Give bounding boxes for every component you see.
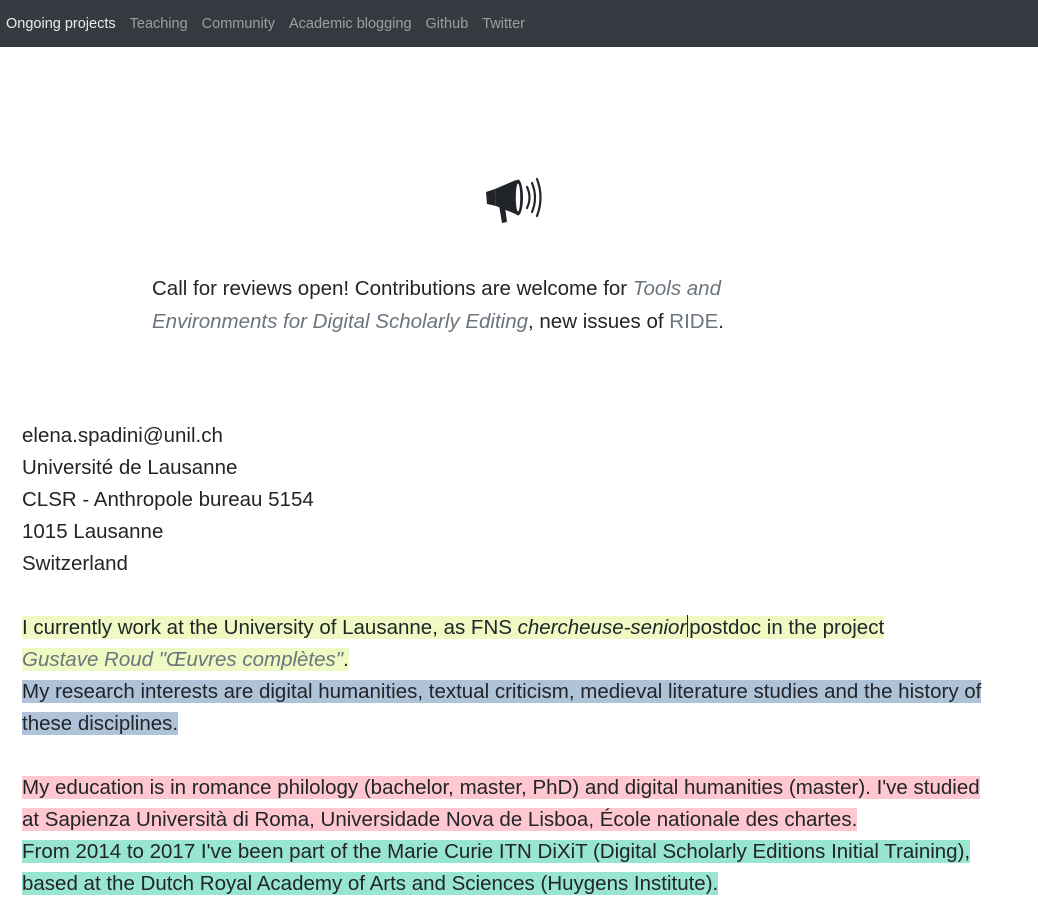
gustave-roud-project-link[interactable]: Gustave Roud "Œuvres complètes": [22, 648, 343, 671]
current-position-text: I currently work at the University of La…: [22, 615, 885, 671]
country: Switzerland: [22, 552, 128, 575]
nav-academic-blogging[interactable]: Academic blogging: [289, 16, 412, 32]
city: 1015 Lausanne: [22, 520, 164, 543]
current-role: chercheuse-senior: [517, 616, 687, 639]
institution: Université de Lausanne: [22, 456, 238, 479]
contact-address: elena.spadini@unil.ch Université de Laus…: [22, 420, 1038, 580]
announcement-text-end: .: [718, 310, 724, 333]
bio-current-and-research: I currently work at the University of La…: [22, 612, 1018, 740]
announcement-section: Call for reviews open! Contributions are…: [0, 47, 1038, 420]
main-content: elena.spadini@unil.ch Université de Laus…: [0, 420, 1038, 900]
announcement-text-middle: , new issues of: [528, 310, 670, 333]
top-navbar: Ongoing projects Teaching Community Acad…: [0, 0, 1038, 47]
ride-link[interactable]: RIDE: [669, 310, 718, 333]
nav-ongoing-projects[interactable]: Ongoing projects: [6, 16, 116, 32]
nav-teaching[interactable]: Teaching: [130, 16, 188, 32]
nav-github[interactable]: Github: [426, 16, 469, 32]
current-position-after: postdoc in the project: [689, 616, 885, 639]
bio-education-and-dixit: My education is in romance philology (ba…: [22, 772, 992, 900]
call-for-reviews-text: Call for reviews open! Contributions are…: [152, 272, 792, 338]
announcement-text: Call for reviews open! Contributions are…: [152, 277, 633, 300]
current-position-end: .: [343, 648, 349, 671]
email[interactable]: elena.spadini@unil.ch: [22, 420, 1038, 452]
office: CLSR - Anthropole bureau 5154: [22, 488, 314, 511]
education-text: My education is in romance philology (ba…: [22, 776, 980, 831]
megaphone-icon: [486, 177, 542, 223]
nav-community[interactable]: Community: [202, 16, 275, 32]
dixit-text: From 2014 to 2017 I've been part of the …: [22, 840, 971, 895]
current-position-before: I currently work at the University of La…: [22, 616, 518, 639]
nav-twitter[interactable]: Twitter: [482, 16, 525, 32]
research-interests-text: My research interests are digital humani…: [22, 680, 982, 735]
